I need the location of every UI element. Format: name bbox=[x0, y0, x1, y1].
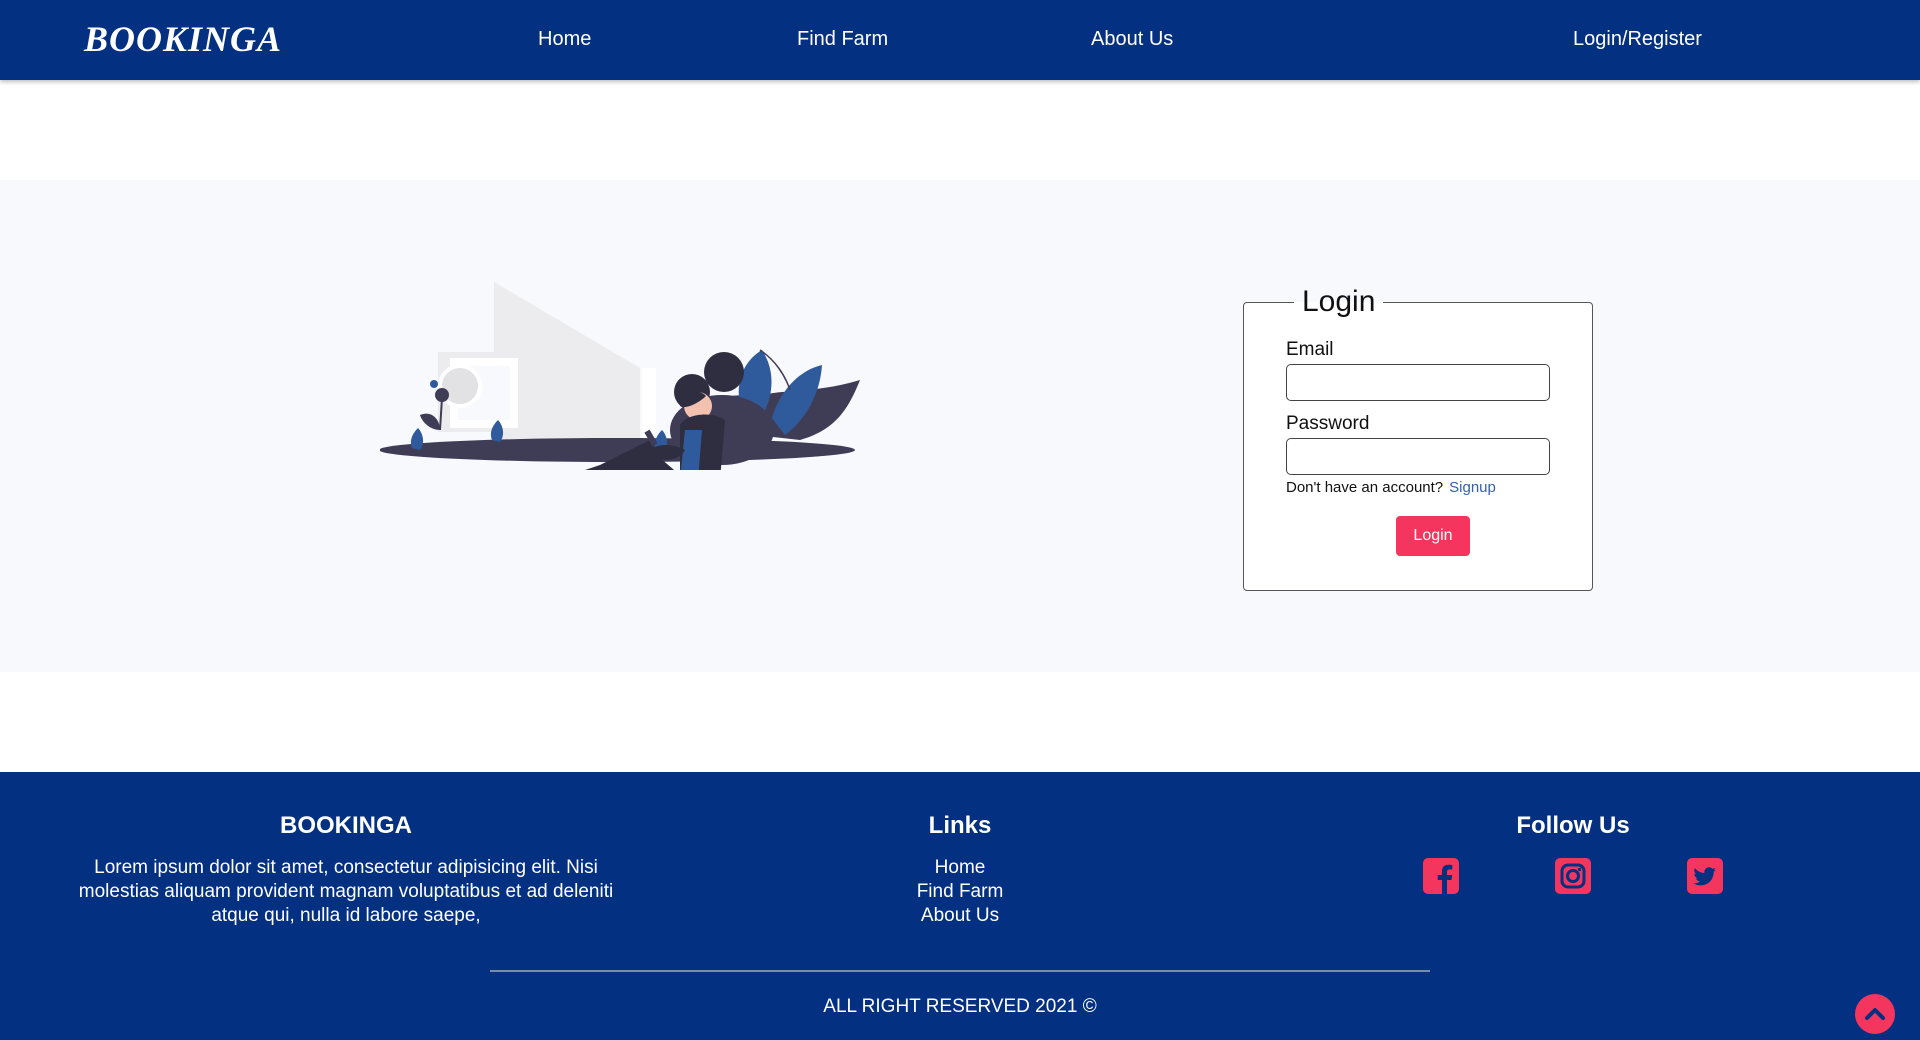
email-input[interactable] bbox=[1286, 364, 1550, 401]
nav-link-find-farm[interactable]: Find Farm bbox=[797, 28, 888, 51]
facebook-icon[interactable] bbox=[1423, 858, 1459, 894]
login-button[interactable]: Login bbox=[1396, 516, 1470, 556]
brand-logo[interactable]: BOOKINGA bbox=[84, 18, 282, 60]
footer-links-column: Links Home Find Farm About Us bbox=[860, 812, 1060, 928]
social-links bbox=[1423, 858, 1723, 894]
footer-links-title: Links bbox=[928, 812, 992, 839]
top-navbar: BOOKINGA Home Find Farm About Us Login/R… bbox=[0, 0, 1920, 80]
footer-follow-column: Follow Us bbox=[1373, 812, 1773, 894]
password-label: Password bbox=[1286, 413, 1370, 434]
footer-link-about-us[interactable]: About Us bbox=[860, 904, 1060, 928]
login-legend: Login bbox=[1302, 285, 1376, 318]
password-input[interactable] bbox=[1286, 438, 1550, 475]
copyright-text: ALL RIGHT RESERVED 2021 © bbox=[823, 996, 1097, 1017]
footer-description: Lorem ipsum dolor sit amet, consectetur … bbox=[78, 857, 614, 926]
footer-link-home[interactable]: Home bbox=[860, 856, 1060, 880]
footer-follow-title: Follow Us bbox=[1516, 812, 1630, 839]
login-section: Login Email Password Don't have an accou… bbox=[0, 180, 1920, 672]
instagram-icon[interactable] bbox=[1555, 858, 1591, 894]
nav-link-home[interactable]: Home bbox=[538, 28, 591, 51]
woman-on-phone-illustration bbox=[380, 282, 860, 470]
nav-link-about-us[interactable]: About Us bbox=[1091, 28, 1173, 51]
nav-link-login-register[interactable]: Login/Register bbox=[1573, 28, 1702, 51]
footer-brand-title: BOOKINGA bbox=[280, 812, 412, 839]
scroll-to-top-button[interactable] bbox=[1855, 994, 1895, 1034]
signup-prompt: Don't have an account? Signup bbox=[1286, 479, 1550, 496]
footer-about-column: BOOKINGA Lorem ipsum dolor sit amet, con… bbox=[60, 812, 632, 928]
footer-divider bbox=[490, 970, 1430, 972]
twitter-icon[interactable] bbox=[1687, 858, 1723, 894]
no-account-text: Don't have an account? bbox=[1286, 479, 1444, 496]
chevron-up-icon bbox=[1865, 1008, 1885, 1020]
footer-link-find-farm[interactable]: Find Farm bbox=[860, 880, 1060, 904]
signup-link[interactable]: Signup bbox=[1449, 479, 1496, 496]
footer: BOOKINGA Lorem ipsum dolor sit amet, con… bbox=[0, 772, 1920, 1040]
email-label: Email bbox=[1286, 339, 1334, 360]
login-form: Login Email Password Don't have an accou… bbox=[1243, 285, 1593, 591]
